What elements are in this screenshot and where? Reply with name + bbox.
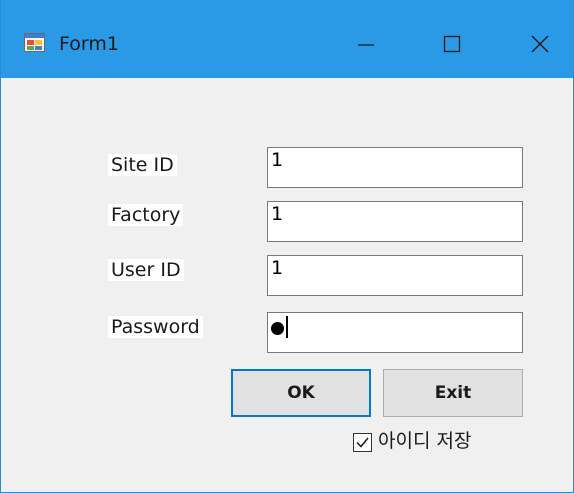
close-button[interactable] — [509, 22, 571, 66]
password-mask-dot — [271, 322, 284, 335]
factory-label: Factory — [108, 204, 184, 226]
save-id-label[interactable]: 아이디 저장 — [378, 428, 471, 454]
user-id-field[interactable]: 1 — [267, 255, 523, 296]
window-title: Form1 — [59, 33, 119, 55]
close-icon — [531, 35, 549, 53]
login-window: Form1 Site ID 1 Factory 1 User ID 1 Pass… — [0, 0, 574, 493]
user-id-label: User ID — [108, 259, 184, 281]
checkmark-icon — [356, 437, 369, 448]
factory-field[interactable]: 1 — [267, 201, 523, 242]
title-bar[interactable]: Form1 — [1, 0, 573, 78]
app-form-icon — [24, 33, 45, 52]
site-id-label: Site ID — [108, 154, 177, 176]
minimize-icon — [358, 44, 374, 46]
ok-button[interactable]: OK — [231, 369, 371, 417]
site-id-field[interactable]: 1 — [267, 147, 523, 188]
text-caret — [286, 316, 288, 338]
password-label: Password — [108, 316, 203, 338]
maximize-button[interactable] — [421, 22, 483, 66]
save-id-checkbox[interactable] — [353, 433, 372, 452]
password-field[interactable] — [267, 312, 523, 353]
exit-button[interactable]: Exit — [383, 369, 523, 417]
maximize-icon — [443, 35, 461, 53]
minimize-button[interactable] — [335, 22, 397, 66]
